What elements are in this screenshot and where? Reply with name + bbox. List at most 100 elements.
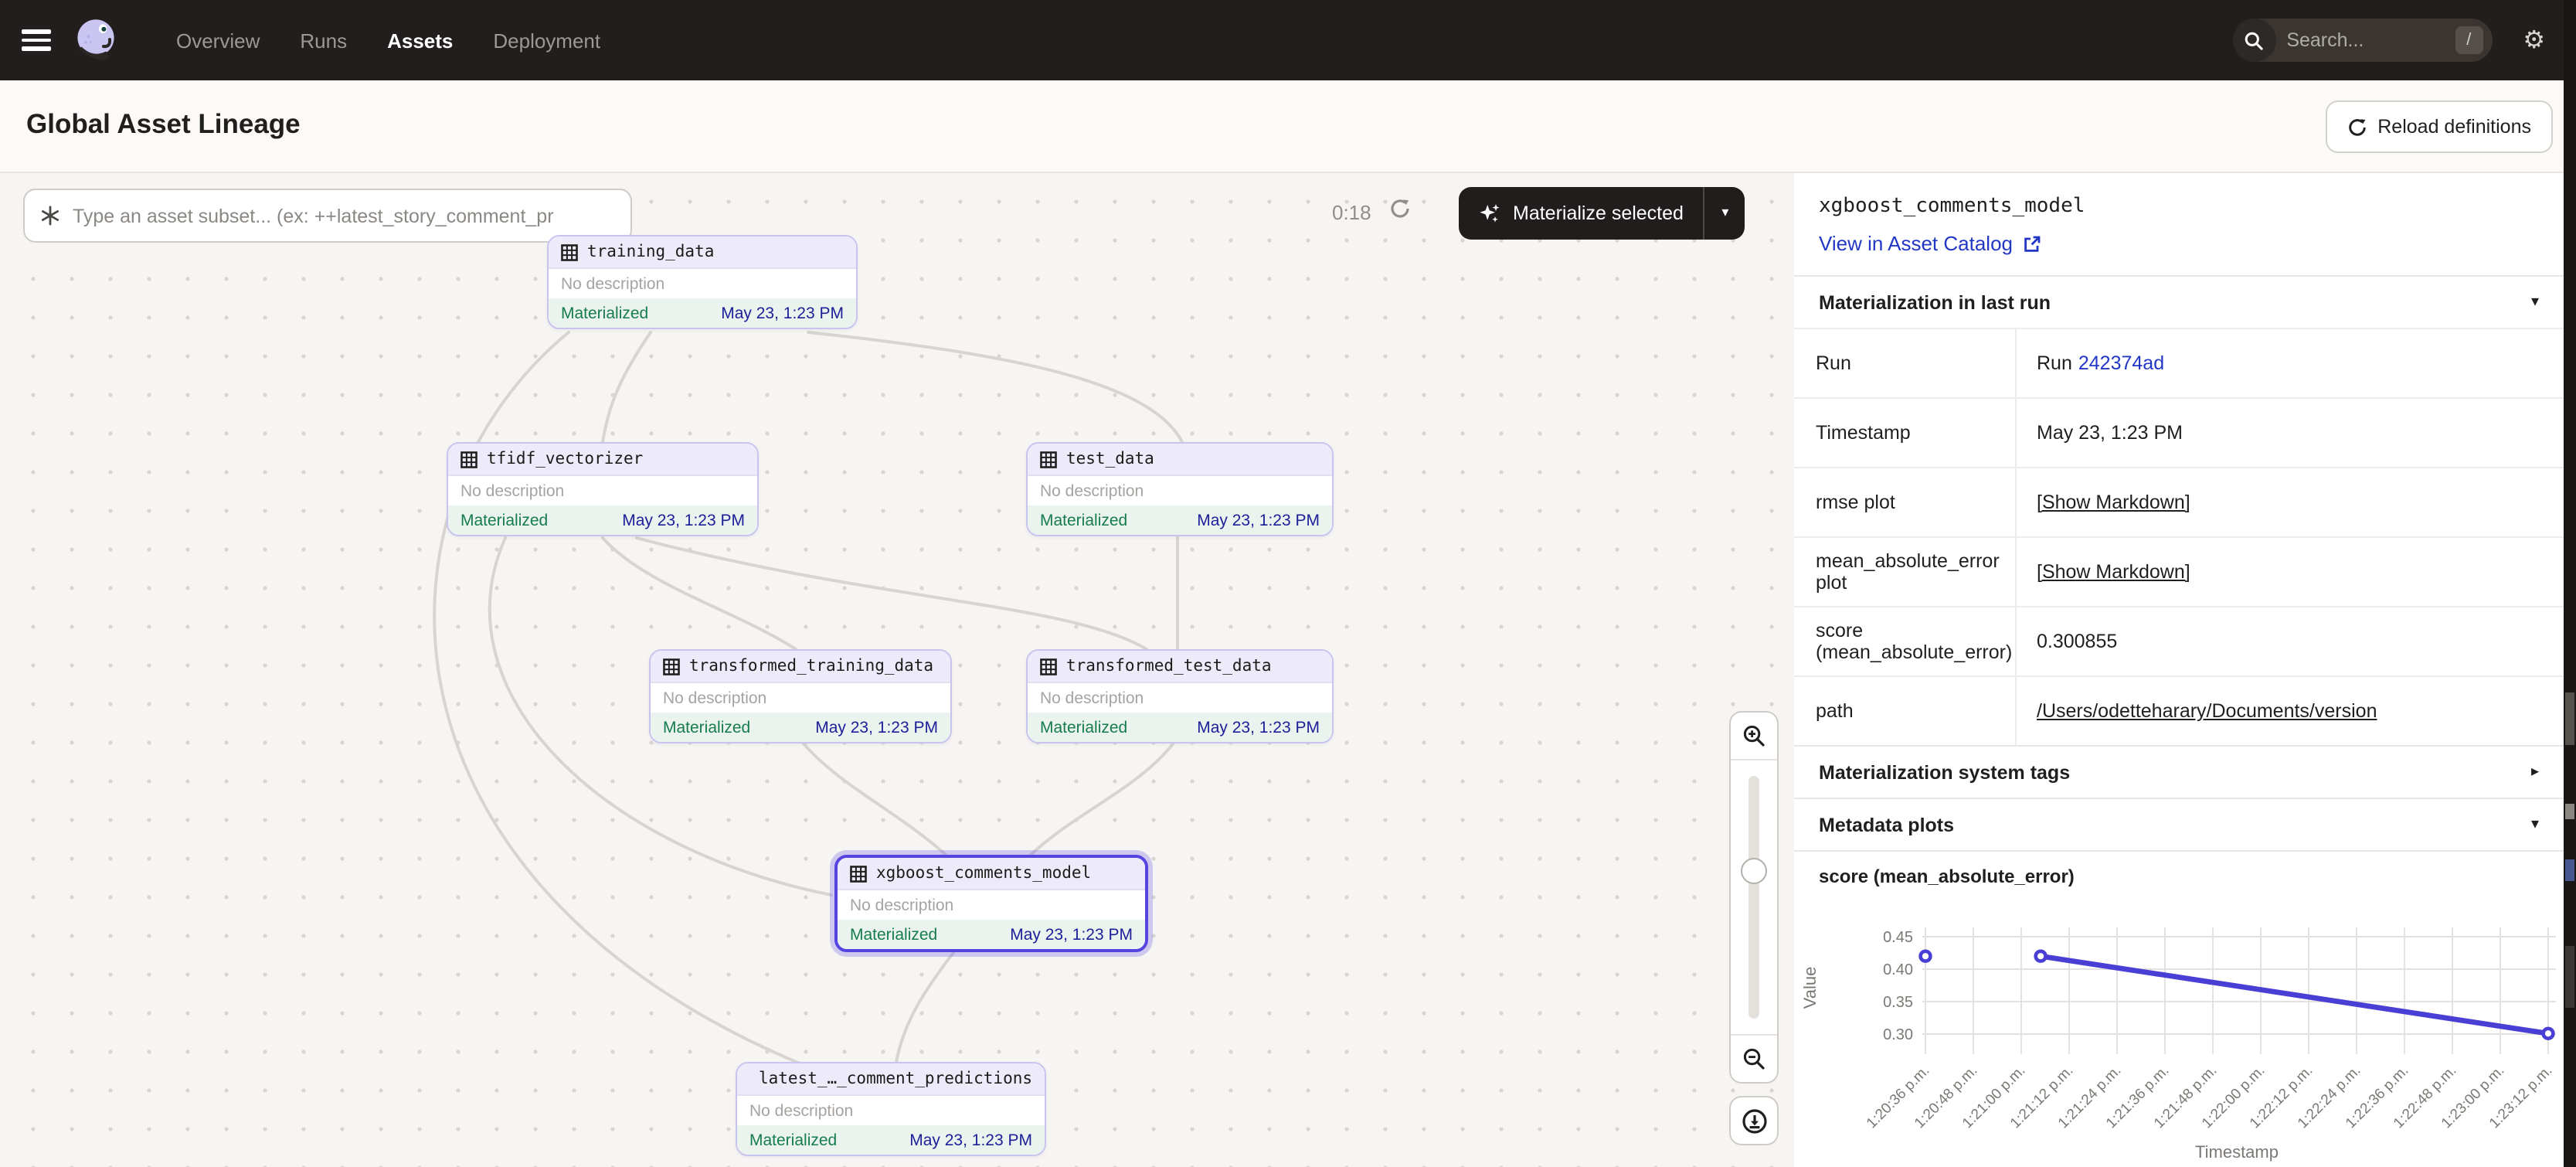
- asset-status: Materialized: [663, 718, 750, 737]
- svg-text:0.30: 0.30: [1883, 1026, 1913, 1043]
- asset-description: No description: [737, 1096, 1045, 1125]
- table-row-rmse-plot: rmse plot [Show Markdown]: [1794, 467, 2564, 536]
- global-search[interactable]: /: [2232, 19, 2492, 62]
- asset-node-transformed-test-data[interactable]: transformed_test_data No description Mat…: [1026, 649, 1334, 743]
- hamburger-menu-icon[interactable]: [22, 29, 51, 51]
- table-row-timestamp: Timestamp May 23, 1:23 PM: [1794, 397, 2564, 467]
- svg-text:0.35: 0.35: [1883, 994, 1913, 1011]
- download-icon: [1741, 1107, 1767, 1134]
- screen-edge-strip: [2564, 0, 2576, 1167]
- section-materialization-in-last-run[interactable]: Materialization in last run▾: [1794, 275, 2564, 328]
- reload-definitions-button[interactable]: Reload definitions: [2325, 100, 2553, 153]
- asset-node-latest-comment-predictions[interactable]: latest_…_comment_predictions No descript…: [736, 1062, 1046, 1156]
- asset-status: Materialized: [749, 1131, 837, 1149]
- zoom-in-icon: [1742, 723, 1766, 748]
- nav-item-overview[interactable]: Overview: [176, 29, 260, 52]
- asset-status: Materialized: [1040, 511, 1127, 529]
- app-window: Overview Runs Assets Deployment / ⚙ Glob…: [0, 0, 2576, 1167]
- panel-header: xgboost_comments_model View in Asset Cat…: [1794, 172, 2564, 275]
- asset-timestamp: May 23, 1:23 PM: [909, 1131, 1032, 1149]
- table-icon: [1040, 658, 1057, 675]
- sparkle-icon: [1479, 202, 1500, 224]
- refresh-timer: 0:18: [1332, 201, 1371, 224]
- asset-node-tfidf-vectorizer[interactable]: tfidf_vectorizer No description Material…: [447, 442, 759, 536]
- zoom-slider[interactable]: [1731, 760, 1777, 1034]
- search-shortcut-key: /: [2455, 26, 2483, 54]
- show-markdown-link[interactable]: [Show Markdown]: [2037, 561, 2190, 583]
- metadata-plot-chart: 1:20:36 p.m.1:20:48 p.m.1:21:00 p.m.1:21…: [1794, 892, 2564, 1167]
- asset-status: Materialized: [561, 304, 648, 322]
- zoom-slider-track: [1748, 776, 1759, 1019]
- section-metadata-plots[interactable]: Metadata plots▾: [1794, 798, 2564, 850]
- dagster-logo[interactable]: [71, 15, 121, 65]
- zoom-slider-thumb[interactable]: [1741, 858, 1767, 884]
- chevron-down-icon: ▾: [2531, 294, 2539, 311]
- chevron-right-icon: ▸: [2531, 764, 2539, 781]
- chevron-down-icon: ▾: [2531, 816, 2539, 833]
- svg-text:0.45: 0.45: [1883, 929, 1913, 946]
- top-nav: Overview Runs Assets Deployment / ⚙: [0, 0, 2576, 80]
- table-row-run: Run Run242374ad: [1794, 328, 2564, 397]
- materialize-selected-button-group: Materialize selected ▾: [1459, 187, 1745, 240]
- refresh-icon[interactable]: [1389, 198, 1411, 219]
- asset-timestamp: May 23, 1:23 PM: [1010, 925, 1133, 944]
- table-icon: [850, 865, 867, 882]
- svg-text:0.40: 0.40: [1883, 961, 1913, 978]
- asset-description: No description: [549, 269, 856, 298]
- selected-asset-title: xgboost_comments_model: [1819, 195, 2539, 218]
- zoom-in-button[interactable]: [1731, 713, 1777, 760]
- nav-item-assets[interactable]: Assets: [387, 29, 453, 52]
- asset-timestamp: May 23, 1:23 PM: [721, 304, 844, 322]
- top-nav-right: / ⚙: [2232, 19, 2545, 62]
- reload-icon: [2347, 117, 2367, 137]
- asset-timestamp: May 23, 1:23 PM: [1197, 718, 1320, 737]
- asset-status: Materialized: [850, 925, 937, 944]
- asset-lineage-graph[interactable]: 0:18 Materialize selected ▾ training_dat…: [0, 172, 1796, 1167]
- asset-description: No description: [448, 476, 757, 505]
- show-markdown-link[interactable]: [Show Markdown]: [2037, 492, 2190, 513]
- zoom-controls: [1729, 711, 1779, 1084]
- asset-timestamp: May 23, 1:23 PM: [815, 718, 938, 737]
- view-in-asset-catalog-link[interactable]: View in Asset Catalog: [1819, 232, 2041, 255]
- octopus-logo-icon: [73, 17, 119, 63]
- path-link[interactable]: /Users/odetteharary/Documents/version: [2037, 700, 2377, 722]
- external-link-icon: [2022, 234, 2041, 253]
- asset-description: No description: [838, 890, 1145, 920]
- asset-filter-input[interactable]: [70, 203, 586, 228]
- page-header: Global Asset Lineage Reload definitions: [0, 80, 2576, 173]
- table-icon: [1040, 451, 1057, 468]
- asset-description: No description: [1028, 683, 1332, 713]
- materialize-dropdown-caret[interactable]: ▾: [1705, 187, 1745, 240]
- table-row-score: score (mean_absolute_error) 0.300855: [1794, 606, 2564, 675]
- nav-item-deployment[interactable]: Deployment: [493, 29, 600, 52]
- zoom-out-icon: [1742, 1046, 1766, 1071]
- page-title: Global Asset Lineage: [26, 108, 301, 141]
- asset-node-xgboost-comments-model[interactable]: xgboost_comments_model No description Ma…: [834, 855, 1148, 952]
- section-materialization-system-tags[interactable]: Materialization system tags▸: [1794, 745, 2564, 798]
- zoom-out-button[interactable]: [1731, 1034, 1777, 1082]
- download-graph-button[interactable]: [1729, 1096, 1779, 1145]
- run-id-link[interactable]: 242374ad: [2078, 352, 2164, 374]
- table-row-mae-plot: mean_absolute_error plot [Show Markdown]: [1794, 536, 2564, 606]
- asset-node-test-data[interactable]: test_data No description MaterializedMay…: [1026, 442, 1334, 536]
- search-input[interactable]: [2275, 29, 2428, 51]
- asset-selector-icon: [40, 206, 60, 226]
- table-icon: [561, 243, 578, 260]
- asset-name: test_data: [1066, 450, 1154, 468]
- asset-node-transformed-training-data[interactable]: transformed_training_data No description…: [649, 649, 952, 743]
- asset-name: tfidf_vectorizer: [487, 450, 643, 468]
- metadata-plot-title: score (mean_absolute_error): [1794, 850, 2564, 892]
- table-icon: [663, 658, 680, 675]
- asset-name: latest_…_comment_predictions: [759, 1070, 1032, 1088]
- asset-node-training-data[interactable]: training_data No description Materialize…: [547, 235, 858, 329]
- asset-name: xgboost_comments_model: [876, 864, 1091, 883]
- table-row-path: path /Users/odetteharary/Documents/versi…: [1794, 675, 2564, 745]
- asset-status: Materialized: [1040, 718, 1127, 737]
- asset-details-panel: xgboost_comments_model View in Asset Cat…: [1794, 172, 2564, 1167]
- nav-item-runs[interactable]: Runs: [300, 29, 347, 52]
- nav-items: Overview Runs Assets Deployment: [176, 29, 600, 52]
- asset-filter-box: [23, 189, 632, 243]
- settings-gear-icon[interactable]: ⚙: [2523, 28, 2545, 53]
- asset-status: Materialized: [460, 511, 548, 529]
- materialize-selected-button[interactable]: Materialize selected: [1459, 187, 1704, 240]
